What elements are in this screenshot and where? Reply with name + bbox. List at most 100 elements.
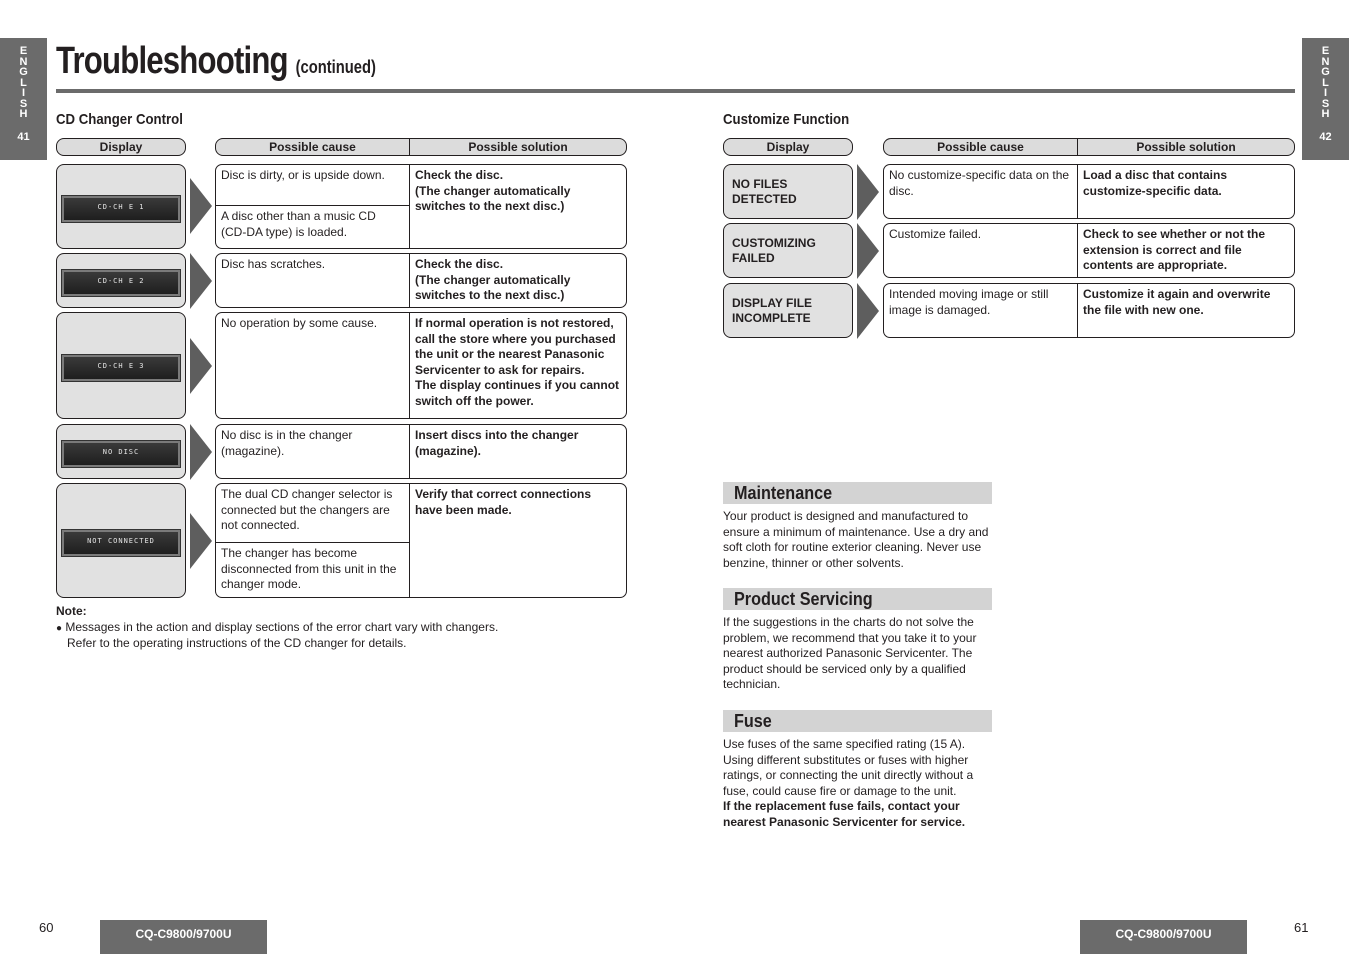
tab-letter: E xyxy=(19,45,28,57)
column-header-display: Display xyxy=(56,138,186,156)
model-label-left: CQ-C9800/9700U xyxy=(100,920,267,954)
display-message: CUSTOMIZING FAILED xyxy=(732,235,816,265)
cause-cell: No operation by some cause. xyxy=(221,316,378,330)
section-page-number: 42 xyxy=(1319,130,1332,143)
section-heading-cd-changer: CD Changer Control xyxy=(56,111,183,128)
solution-cell: Check to see whether or not the extensio… xyxy=(1083,227,1266,272)
table-row: No customize-specific data on the disc. … xyxy=(883,164,1295,219)
fuse-warning: If the replacement fuse fails, contact y… xyxy=(723,799,966,829)
model-label-right: CQ-C9800/9700U xyxy=(1080,920,1247,954)
display-panel: NO DISC xyxy=(56,424,186,479)
cause-column: No operation by some cause. xyxy=(216,313,410,418)
table-row: Disc has scratches. Check the disc. (The… xyxy=(215,253,627,308)
cause-column: Intended moving image or still image is … xyxy=(884,284,1078,337)
fuse-block: Use fuses of the same specified rating (… xyxy=(723,737,995,831)
lcd-display: CD-CH E 2 xyxy=(62,269,180,296)
arrow-right-icon xyxy=(190,513,212,569)
tab-letter: G xyxy=(1321,66,1330,78)
cause-column: Disc is dirty, or is upside down. A disc… xyxy=(216,165,410,248)
column-header-group: Possible cause Possible solution xyxy=(883,138,1295,156)
cause-column: Disc has scratches. xyxy=(216,254,410,307)
note-block: Note: ● Messages in the action and displ… xyxy=(56,604,498,652)
arrow-right-icon xyxy=(190,253,212,309)
table-row: Customize failed. Check to see whether o… xyxy=(883,223,1295,278)
language-tab-left: E N G L I S H 41 xyxy=(0,38,47,160)
column-header-cause: Possible cause xyxy=(269,140,356,154)
bullet-icon: ● xyxy=(56,622,63,634)
page-title-suffix: (continued) xyxy=(295,57,376,77)
tab-letter: H xyxy=(19,108,28,120)
servicing-text: If the suggestions in the charts do not … xyxy=(723,615,977,692)
tab-letter: I xyxy=(21,87,26,99)
arrow-right-icon xyxy=(857,223,879,279)
display-panel: CD-CH E 1 xyxy=(56,164,186,249)
display-panel: CD-CH E 3 xyxy=(56,312,186,419)
language-tab-right: E N G L I S H 42 xyxy=(1302,38,1349,160)
cause-cell: A disc other than a music CD (CD-DA type… xyxy=(216,205,409,248)
tab-letter: H xyxy=(1321,108,1330,120)
lcd-display: NOT CONNECTED xyxy=(62,529,180,556)
table-row: Intended moving image or still image is … xyxy=(883,283,1295,338)
arrow-right-icon xyxy=(857,164,879,220)
cause-column: No customize-specific data on the disc. xyxy=(884,165,1078,218)
arrow-right-icon xyxy=(190,338,212,394)
lcd-display: CD-CH E 3 xyxy=(62,354,180,381)
language-letters: E N G L I S H xyxy=(0,46,47,120)
cause-column: Customize failed. xyxy=(884,224,1078,277)
arrow-right-icon xyxy=(857,283,879,339)
column-header-solution: Possible solution xyxy=(409,139,626,155)
page-number-left: 60 xyxy=(39,920,54,935)
column-header-display: Display xyxy=(723,138,853,156)
section-page-number: 41 xyxy=(17,130,30,143)
lcd-display: NO DISC xyxy=(62,440,180,467)
cause-cell: Customize failed. xyxy=(889,227,982,241)
page-title: Troubleshooting (continued) xyxy=(56,40,376,83)
cause-cell: Disc is dirty, or is upside down. xyxy=(221,168,385,182)
solution-cell: Check the disc. (The changer automatical… xyxy=(415,168,571,213)
servicing-heading-text: Product Servicing xyxy=(734,589,873,609)
tab-letter: I xyxy=(1323,87,1328,99)
section-heading-customize: Customize Function xyxy=(723,111,850,128)
maintenance-text: Your product is designed and manufacture… xyxy=(723,509,989,570)
page-number-right: 61 xyxy=(1294,920,1309,935)
solution-cell: Check the disc. (The changer automatical… xyxy=(415,257,571,302)
display-panel: CUSTOMIZING FAILED xyxy=(723,223,853,278)
display-panel: CD-CH E 2 xyxy=(56,253,186,308)
cause-cell: No disc is in the changer (magazine). xyxy=(221,428,353,458)
fuse-heading: Fuse xyxy=(723,710,992,732)
tab-letter: E xyxy=(1321,45,1330,57)
cause-cell: No customize-specific data on the disc. xyxy=(889,168,1070,198)
cause-cell: The dual CD changer selector is connecte… xyxy=(221,487,393,532)
cause-cell: The changer has become disconnected from… xyxy=(216,542,409,597)
note-line: ● Messages in the action and display sec… xyxy=(56,620,498,637)
column-header-cause: Possible cause xyxy=(937,140,1024,154)
table-row: The dual CD changer selector is connecte… xyxy=(215,483,627,598)
display-panel: NO FILES DETECTED xyxy=(723,164,853,219)
cause-cell: Intended moving image or still image is … xyxy=(889,287,1049,317)
solution-cell: Customize it again and overwrite the fil… xyxy=(1083,287,1271,317)
cause-cell: Disc has scratches. xyxy=(221,257,326,271)
language-letters: E N G L I S H xyxy=(1302,46,1349,120)
display-panel: NOT CONNECTED xyxy=(56,483,186,598)
cause-column: No disc is in the changer (magazine). xyxy=(216,425,410,478)
column-header-solution: Possible solution xyxy=(1077,139,1294,155)
solution-cell: Insert discs into the changer (magazine)… xyxy=(415,428,579,458)
title-divider xyxy=(56,89,1295,93)
arrow-right-icon xyxy=(190,178,212,234)
solution-cell: Verify that correct connections have bee… xyxy=(415,487,592,517)
fuse-heading-text: Fuse xyxy=(734,711,772,731)
table-row: No disc is in the changer (magazine). In… xyxy=(215,424,627,479)
cause-column: The dual CD changer selector is connecte… xyxy=(216,484,410,597)
maintenance-heading: Maintenance xyxy=(723,482,992,504)
solution-cell: Load a disc that contains customize-spec… xyxy=(1083,168,1228,198)
servicing-heading: Product Servicing xyxy=(723,588,992,610)
display-message: NO FILES DETECTED xyxy=(732,176,797,206)
solution-cell: If normal operation is not restored, cal… xyxy=(415,316,620,408)
fuse-text: Use fuses of the same specified rating (… xyxy=(723,737,974,798)
table-row: No operation by some cause. If normal op… xyxy=(215,312,627,419)
note-text: Messages in the action and display secti… xyxy=(65,619,499,634)
page-title-text: Troubleshooting xyxy=(56,40,289,82)
table-row: Disc is dirty, or is upside down. A disc… xyxy=(215,164,627,249)
lcd-display: CD-CH E 1 xyxy=(62,195,180,222)
display-message: DISPLAY FILE INCOMPLETE xyxy=(732,295,813,325)
